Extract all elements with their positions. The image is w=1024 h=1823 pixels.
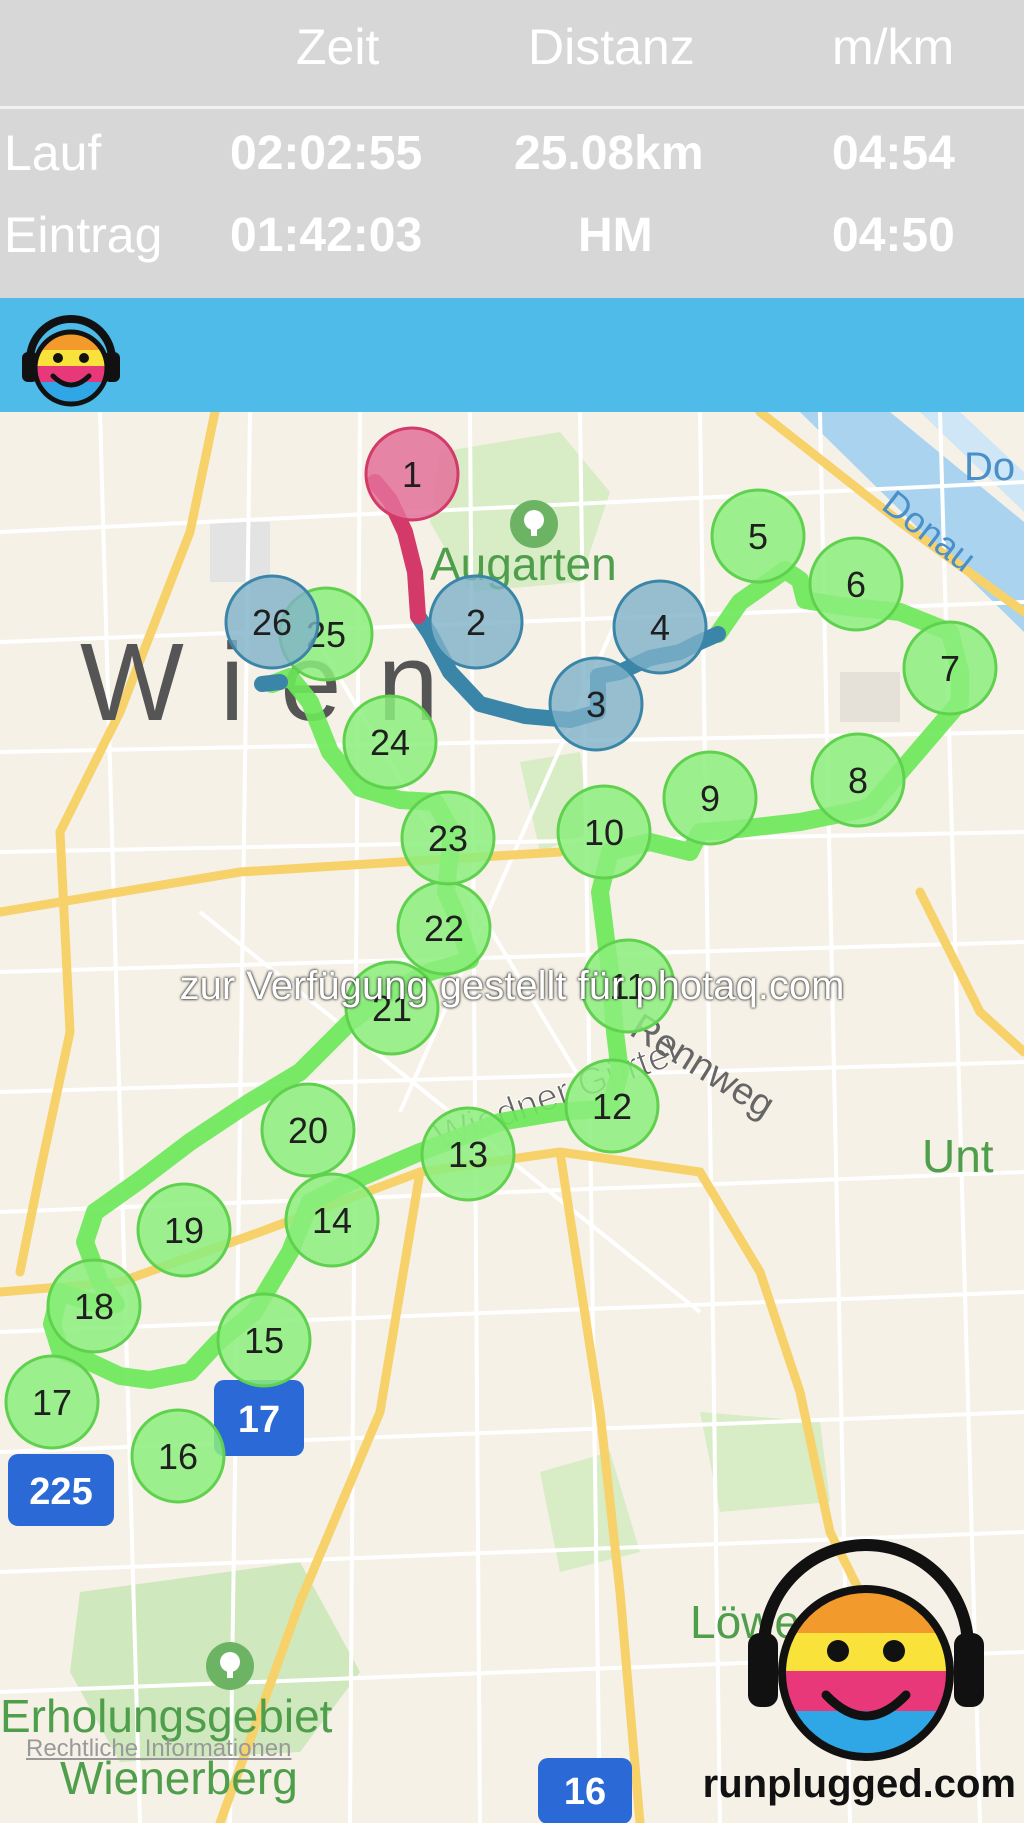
km-marker-23[interactable]: 23 [400, 790, 496, 886]
district-label-unt: Unt [922, 1130, 994, 1182]
km-marker-14[interactable]: 14 [284, 1172, 380, 1268]
river-label-short: Do [964, 445, 1015, 489]
km-marker-12[interactable]: 12 [564, 1058, 660, 1154]
svg-text:10: 10 [584, 812, 624, 853]
svg-text:225: 225 [29, 1471, 92, 1513]
km-marker-19[interactable]: 19 [136, 1182, 232, 1278]
km-marker-20[interactable]: 20 [260, 1082, 356, 1178]
highway-shield-225: 225 [8, 1454, 114, 1526]
svg-text:13: 13 [448, 1134, 488, 1175]
km-marker-15[interactable]: 15 [216, 1292, 312, 1388]
run-time: 02:02:55 [230, 127, 423, 180]
tree-icon [206, 1642, 254, 1690]
entry-pace: 04:50 [832, 209, 955, 262]
km-marker-9[interactable]: 9 [662, 750, 758, 846]
svg-text:24: 24 [370, 722, 410, 763]
km-marker-24[interactable]: 24 [342, 694, 438, 790]
svg-text:8: 8 [848, 760, 868, 801]
building-block [840, 672, 900, 722]
svg-text:7: 7 [940, 648, 960, 689]
watermark-text: zur Verfügung gestellt für photaq.com [179, 964, 845, 1008]
km-marker-18[interactable]: 18 [46, 1258, 142, 1354]
svg-text:6: 6 [846, 564, 866, 605]
km-marker-5[interactable]: 5 [710, 488, 806, 584]
highway-shield-17: 17 [214, 1380, 304, 1456]
svg-text:14: 14 [312, 1200, 352, 1241]
row-label-eintrag: Eintrag [4, 207, 163, 263]
km-marker-7[interactable]: 7 [902, 620, 998, 716]
km-marker-22[interactable]: 22 [396, 880, 492, 976]
svg-text:16: 16 [564, 1771, 606, 1813]
highway-shield-16: 16 [538, 1758, 632, 1823]
app-bar [0, 298, 1024, 412]
svg-text:17: 17 [238, 1399, 280, 1441]
km-marker-10[interactable]: 10 [556, 784, 652, 880]
svg-text:2: 2 [466, 602, 486, 643]
svg-text:16: 16 [158, 1436, 198, 1477]
svg-text:26: 26 [252, 602, 292, 643]
km-marker-3[interactable]: 3 [548, 656, 644, 752]
route-path-end [254, 674, 288, 692]
svg-text:17: 17 [32, 1382, 72, 1423]
legal-link[interactable]: Rechtliche Informationen [26, 1735, 291, 1763]
svg-text:3: 3 [586, 684, 606, 725]
col-header-time: Zeit [296, 19, 380, 75]
svg-text:23: 23 [428, 818, 468, 859]
svg-text:1: 1 [402, 454, 422, 495]
col-header-distance: Distanz [528, 19, 695, 75]
svg-text:18: 18 [74, 1286, 114, 1327]
km-marker-6[interactable]: 6 [808, 536, 904, 632]
km-marker-2[interactable]: 2 [428, 574, 524, 670]
svg-text:9: 9 [700, 778, 720, 819]
svg-text:20: 20 [288, 1110, 328, 1151]
run-distance: 25.08km [514, 127, 704, 180]
building-block [210, 522, 270, 582]
site-url: runplugged.com [702, 1762, 1016, 1806]
km-marker-16[interactable]: 16 [130, 1408, 226, 1504]
route-map[interactable]: Wien Augarten Donau Do Wiedner Gürtel Re… [0, 412, 1024, 1823]
row-label-lauf: Lauf [4, 125, 102, 181]
svg-text:5: 5 [748, 516, 768, 557]
km-marker-26[interactable]: 26 [224, 574, 320, 670]
col-header-pace: m/km [832, 19, 955, 75]
km-marker-4[interactable]: 4 [612, 579, 708, 675]
km-marker-17[interactable]: 17 [4, 1354, 100, 1450]
entry-distance: HM [578, 209, 653, 262]
run-pace: 04:54 [832, 127, 955, 180]
km-marker-13[interactable]: 13 [420, 1106, 516, 1202]
stats-panel: Zeit Distanz m/km Lauf 02:02:55 25.08km … [0, 0, 1024, 298]
smiley-headphones-icon[interactable] [16, 302, 126, 412]
svg-text:4: 4 [650, 607, 670, 648]
svg-text:12: 12 [592, 1086, 632, 1127]
svg-text:22: 22 [424, 908, 464, 949]
svg-text:19: 19 [164, 1210, 204, 1251]
stats-divider [0, 106, 1024, 109]
tree-icon [510, 500, 558, 548]
km-marker-8[interactable]: 8 [810, 732, 906, 828]
svg-text:15: 15 [244, 1320, 284, 1361]
km-marker-1[interactable]: 1 [364, 426, 460, 522]
entry-time: 01:42:03 [230, 209, 423, 262]
district-label-loewe: Löwe [690, 1596, 800, 1648]
